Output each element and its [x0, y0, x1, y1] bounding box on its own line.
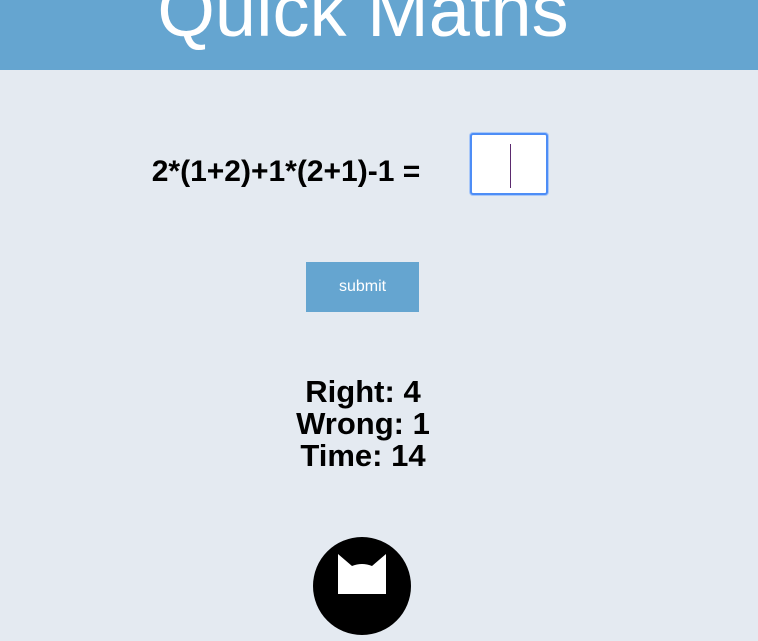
github-link[interactable] — [312, 536, 412, 636]
right-count: Right: 4 — [0, 376, 726, 408]
right-value: 4 — [403, 374, 421, 409]
wrong-count: Wrong: 1 — [0, 408, 726, 440]
page-title: Quick Maths — [157, 0, 569, 52]
wrong-value: 1 — [412, 406, 430, 441]
answer-input[interactable] — [470, 133, 548, 195]
time-count: Time: 14 — [0, 440, 726, 472]
time-value: 14 — [391, 438, 426, 473]
submit-button[interactable]: submit — [306, 262, 419, 312]
header-bar: Quick Maths — [0, 0, 758, 70]
score-panel: Right: 4 Wrong: 1 Time: 14 — [0, 376, 726, 472]
text-caret — [510, 144, 511, 188]
right-label: Right: — [305, 374, 395, 409]
github-icon — [313, 537, 411, 635]
wrong-label: Wrong: — [296, 406, 405, 441]
time-label: Time: — [300, 438, 383, 473]
